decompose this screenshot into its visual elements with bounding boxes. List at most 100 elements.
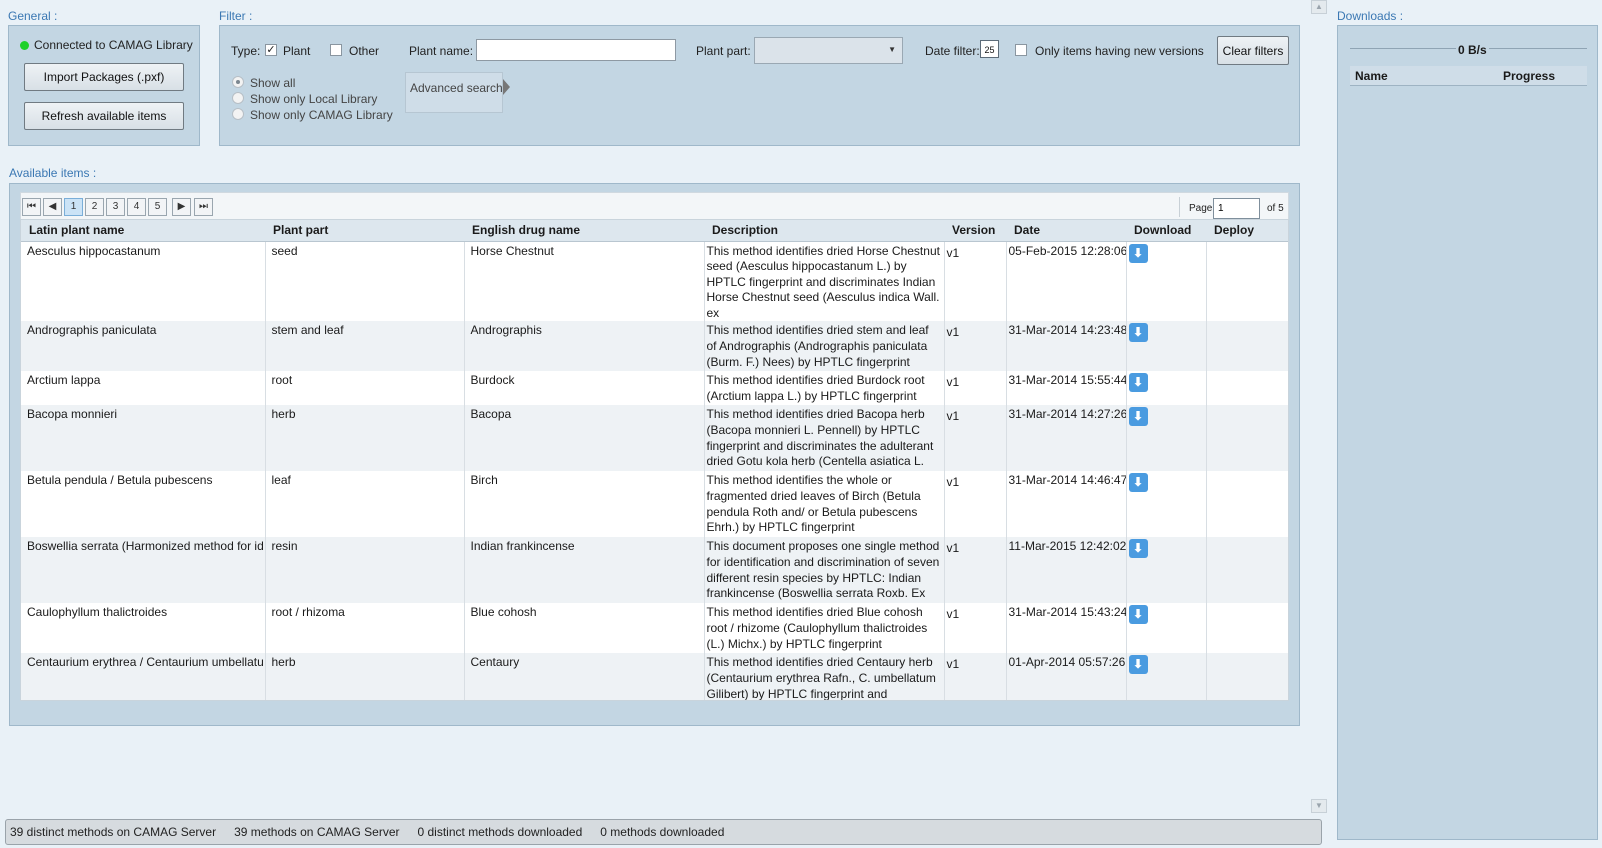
cell-deploy [1206, 241, 1288, 322]
cell-version: v1 [944, 653, 1007, 700]
expand-arrow-icon [503, 79, 510, 95]
col-latin-name[interactable]: Latin plant name [21, 220, 265, 242]
advanced-search-expander[interactable]: Advanced search [405, 72, 510, 113]
cell-latin-name: Boswellia serrata (Harmonized method for… [21, 537, 266, 604]
new-versions-label: Only items having new versions [1035, 44, 1204, 58]
cell-english-name: Burdock [464, 371, 705, 406]
cell-latin-name: Andrographis paniculata [21, 321, 266, 372]
import-packages-button[interactable]: Import Packages (.pxf) [24, 63, 184, 91]
cell-deploy [1206, 653, 1288, 700]
cell-english-name: Birch [464, 471, 705, 538]
downloads-col-name: Name [1355, 69, 1388, 83]
cell-version: v1 [944, 321, 1007, 372]
cell-latin-name: Bacopa monnieri [21, 405, 266, 472]
chevron-down-icon: ▼ [888, 45, 896, 54]
scope-radio-camag[interactable] [232, 108, 244, 120]
cell-description: This document proposes one single method… [704, 537, 945, 604]
download-speed: 0 B/s [1456, 43, 1489, 57]
pager-next-button[interactable]: ▶ [172, 198, 191, 216]
cell-deploy [1206, 371, 1288, 406]
pager-last-button[interactable]: ⏭ [194, 198, 213, 216]
scope-radio-show-all[interactable] [232, 76, 244, 88]
download-icon[interactable]: ⬇ [1128, 373, 1148, 393]
table-header: Latin plant name Plant part English drug… [21, 220, 1288, 242]
cell-plant-part: herb [265, 405, 465, 472]
cell-description: This method identifies dried Centaury he… [704, 653, 945, 700]
table-row[interactable]: Centaurium erythrea / Centaurium umbella… [21, 653, 1288, 700]
col-english-name[interactable]: English drug name [464, 220, 704, 242]
cell-english-name: Blue cohosh [464, 603, 705, 654]
new-versions-checkbox[interactable] [1015, 44, 1027, 56]
cell-date: 31-Mar-2014 14:27:26 [1006, 405, 1127, 472]
page-number-input[interactable] [1213, 198, 1260, 219]
cell-download: ⬇ [1126, 405, 1207, 472]
cell-english-name: Centaury [464, 653, 705, 700]
plant-checkbox-label: Plant [283, 44, 311, 58]
calendar-day: 25 [984, 45, 995, 55]
scroll-down-arrow[interactable]: ▼ [1311, 799, 1327, 813]
download-icon[interactable]: ⬇ [1128, 243, 1148, 263]
col-version[interactable]: Version [944, 220, 1006, 242]
cell-version: v1 [944, 241, 1007, 322]
cell-description: This method identifies dried Burdock roo… [704, 371, 945, 406]
pager-page-4[interactable]: 4 [127, 198, 146, 216]
status-methods-server: 39 methods on CAMAG Server [234, 825, 400, 839]
col-date[interactable]: Date [1006, 220, 1126, 242]
col-deploy[interactable]: Deploy [1206, 220, 1288, 242]
cell-date: 31-Mar-2014 15:55:44 [1006, 371, 1127, 406]
pager-page-1[interactable]: 1 [64, 198, 83, 216]
plant-part-select[interactable]: ▼ [754, 37, 903, 64]
download-icon[interactable]: ⬇ [1128, 473, 1148, 493]
download-icon[interactable]: ⬇ [1128, 323, 1148, 343]
downloads-label: Downloads : [1337, 9, 1404, 23]
col-download[interactable]: Download [1126, 220, 1206, 242]
pager-page-3[interactable]: 3 [106, 198, 125, 216]
cell-english-name: Bacopa [464, 405, 705, 472]
cell-deploy [1206, 603, 1288, 654]
download-icon[interactable]: ⬇ [1128, 655, 1148, 675]
plant-checkbox[interactable]: ✓ [265, 44, 277, 56]
scroll-up-arrow[interactable]: ▲ [1311, 0, 1327, 14]
download-icon[interactable]: ⬇ [1128, 539, 1148, 559]
plant-name-input[interactable] [476, 39, 676, 61]
pager-first-button[interactable]: ⏮ [22, 198, 41, 216]
table-row[interactable]: Betula pendula / Betula pubescens leaf Bir… [21, 471, 1288, 538]
cell-latin-name: Caulophyllum thalictroides [21, 603, 266, 654]
cell-version: v1 [944, 603, 1007, 654]
cell-deploy [1206, 471, 1288, 538]
table-row[interactable]: Boswellia serrata (Harmonized method for… [21, 537, 1288, 604]
filter-panel: Type: ✓ Plant Other Plant name: Plant pa… [219, 25, 1300, 146]
pager-prev-button[interactable]: ◀ [43, 198, 62, 216]
calendar-icon[interactable]: 25 [980, 40, 999, 58]
advanced-search-label: Advanced search [410, 81, 503, 95]
cell-deploy [1206, 537, 1288, 604]
table-row[interactable]: Aesculus hippocastanum seed Horse Chestnut… [21, 241, 1288, 322]
table-row[interactable]: Arctium lappa root Burdock This method iden… [21, 371, 1288, 406]
refresh-items-button[interactable]: Refresh available items [24, 102, 184, 130]
type-label: Type: [231, 44, 261, 58]
cell-download: ⬇ [1126, 321, 1207, 372]
downloads-panel: 0 B/s Name Progress [1337, 25, 1598, 840]
cell-download: ⬇ [1126, 371, 1207, 406]
connection-status-icon [20, 41, 29, 50]
col-description[interactable]: Description [704, 220, 944, 242]
col-plant-part[interactable]: Plant part [265, 220, 464, 242]
cell-date: 31-Mar-2014 15:43:24 [1006, 603, 1127, 654]
cell-plant-part: root / rhizoma [265, 603, 465, 654]
table-row[interactable]: Andrographis paniculata stem and leaf Andr… [21, 321, 1288, 372]
clear-filters-button[interactable]: Clear filters [1217, 36, 1289, 65]
cell-english-name: Indian frankincense [464, 537, 705, 604]
table-row[interactable]: Caulophyllum thalictroides root / rhizoma… [21, 603, 1288, 654]
download-icon[interactable]: ⬇ [1128, 407, 1148, 427]
cell-description: This method identifies dried stem and le… [704, 321, 945, 372]
table-row[interactable]: Bacopa monnieri herb Bacopa This method ide… [21, 405, 1288, 472]
pager-page-2[interactable]: 2 [85, 198, 104, 216]
other-checkbox[interactable] [330, 44, 342, 56]
download-icon[interactable]: ⬇ [1128, 605, 1148, 625]
cell-date: 01-Apr-2014 05:57:26 [1006, 653, 1127, 700]
cell-download: ⬇ [1126, 241, 1207, 322]
date-filter-label: Date filter: [925, 44, 980, 58]
cell-latin-name: Arctium lappa [21, 371, 266, 406]
scope-radio-local[interactable] [232, 92, 244, 104]
pager-page-5[interactable]: 5 [148, 198, 167, 216]
